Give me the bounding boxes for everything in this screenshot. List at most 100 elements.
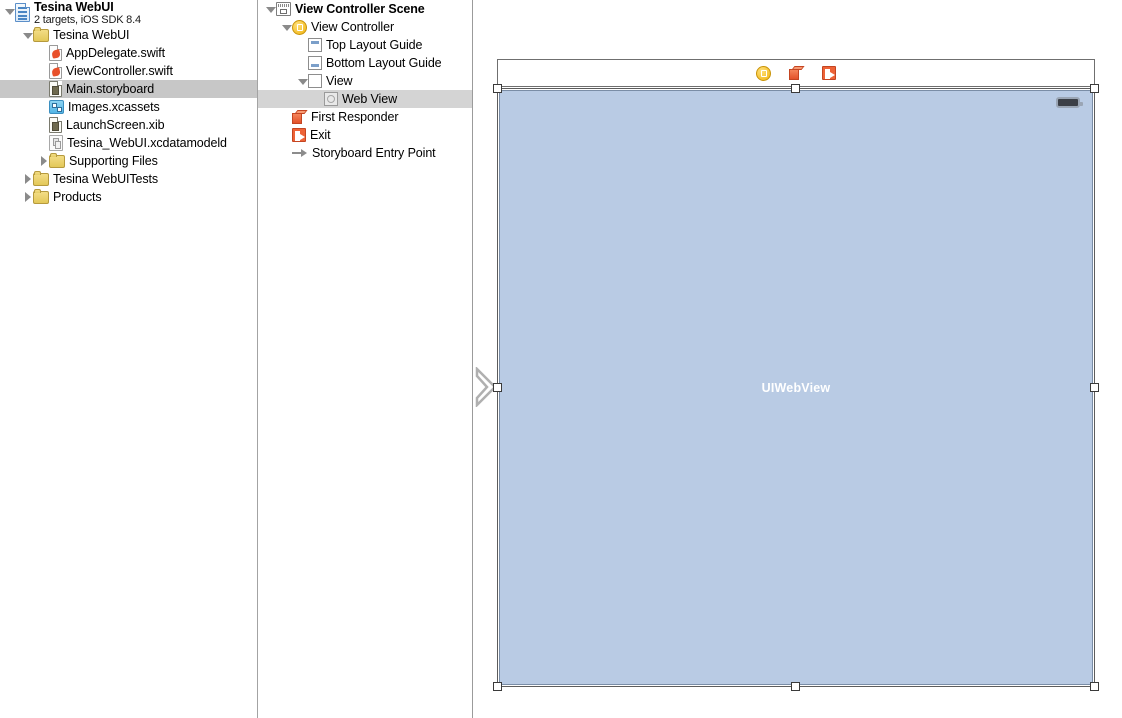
xib-file-icon — [49, 117, 62, 133]
storyboard-entry-point-icon — [292, 146, 308, 160]
outline-row[interactable]: Storyboard Entry Point — [258, 144, 472, 162]
outline-row[interactable]: First Responder — [258, 108, 472, 126]
disclosure-triangle-icon[interactable] — [281, 22, 292, 33]
disclosure-triangle-icon[interactable] — [4, 6, 15, 17]
outline-item-label: Bottom Layout Guide — [326, 56, 442, 70]
first-responder-dock-icon[interactable] — [789, 66, 804, 81]
outline-item-label: Exit — [310, 128, 331, 142]
folder-icon — [49, 152, 65, 168]
outline-item-label: Storyboard Entry Point — [312, 146, 436, 160]
storyboard-file-icon — [49, 81, 62, 97]
resize-handle-top-right[interactable] — [1090, 84, 1099, 93]
disclosure-triangle-icon[interactable] — [297, 76, 308, 87]
navigator-item-label: Products — [53, 190, 102, 204]
navigator-item-label: Tesina_WebUI.xcdatamodeld — [67, 136, 227, 150]
bottom-layout-guide-icon — [308, 56, 322, 70]
exit-dock-icon[interactable] — [822, 66, 836, 80]
view-icon — [308, 74, 322, 88]
project-icon — [15, 3, 30, 22]
xcode-window: Tesina WebUI 2 targets, iOS SDK 8.4 Tesi… — [0, 0, 1122, 718]
top-layout-guide-icon — [308, 38, 322, 52]
scene-dock[interactable] — [497, 59, 1095, 87]
disclosure-triangle-icon[interactable] — [22, 191, 33, 203]
swift-file-icon — [49, 63, 62, 79]
view-controller-dock-icon[interactable] — [756, 65, 771, 81]
navigator-row[interactable]: Tesina WebUI — [0, 26, 257, 44]
resize-handle-bottom-left[interactable] — [493, 682, 502, 691]
outline-row[interactable]: View Controller Scene — [258, 0, 472, 18]
outline-row[interactable]: Top Layout Guide — [258, 36, 472, 54]
navigator-row[interactable]: Products — [0, 188, 257, 206]
outline-item-label: Web View — [342, 92, 398, 106]
storyboard-outline-view[interactable]: View Controller Scene View Controller Top … — [258, 0, 472, 718]
navigator-item-label: Images.xcassets — [68, 100, 160, 114]
navigator-item-label: Main.storyboard — [66, 82, 155, 96]
resize-handle-top-left[interactable] — [493, 84, 502, 93]
disclosure-triangle-icon[interactable] — [22, 30, 33, 41]
folder-icon — [33, 170, 49, 186]
outline-item-label: First Responder — [311, 110, 399, 124]
uiwebview-label: UIWebView — [761, 380, 831, 395]
disclosure-triangle-icon[interactable] — [38, 155, 49, 167]
view-controller-canvas-view[interactable]: UIWebView — [493, 84, 1099, 691]
first-responder-icon — [292, 110, 307, 125]
outline-row[interactable]: View — [258, 72, 472, 90]
disclosure-triangle-icon[interactable] — [265, 4, 276, 15]
outline-item-label: View — [326, 74, 353, 88]
navigator-item-label: Supporting Files — [69, 154, 158, 168]
disclosure-triangle-icon[interactable] — [22, 173, 33, 185]
outline-item-label: View Controller — [311, 20, 395, 34]
navigator-row[interactable]: Tesina_WebUI.xcdatamodeld — [0, 134, 257, 152]
navigator-row[interactable]: Supporting Files — [0, 152, 257, 170]
project-navigator[interactable]: Tesina WebUI 2 targets, iOS SDK 8.4 Tesi… — [0, 0, 257, 718]
navigator-row[interactable]: ViewController.swift — [0, 62, 257, 80]
outline-list[interactable]: View Controller Scene View Controller Top … — [258, 0, 472, 162]
outline-item-label: Top Layout Guide — [326, 38, 423, 52]
navigator-row[interactable]: Images.xcassets — [0, 98, 257, 116]
navigator-item-label: ViewController.swift — [66, 64, 173, 78]
resize-handle-middle-right[interactable] — [1090, 383, 1099, 392]
xcassets-icon — [49, 100, 64, 114]
navigator-item-label: Tesina WebUI — [53, 28, 130, 42]
navigator-project-row[interactable]: Tesina WebUI 2 targets, iOS SDK 8.4 — [0, 0, 257, 26]
uiwebview-element[interactable]: UIWebView — [499, 90, 1093, 685]
navigator-row[interactable]: Main.storyboard — [0, 80, 257, 98]
outline-row[interactable]: View Controller — [258, 18, 472, 36]
resize-handle-middle-left[interactable] — [493, 383, 502, 392]
outline-item-label: View Controller Scene — [295, 2, 425, 16]
swift-file-icon — [49, 45, 62, 61]
datamodel-icon — [49, 135, 63, 151]
project-name: Tesina WebUI — [34, 0, 114, 14]
resize-handle-top-center[interactable] — [791, 84, 800, 93]
folder-icon — [33, 26, 49, 42]
resize-handle-bottom-center[interactable] — [791, 682, 800, 691]
navigator-item-label: LaunchScreen.xib — [66, 118, 165, 132]
root-view-frame[interactable]: UIWebView — [497, 88, 1095, 687]
scene-icon — [276, 2, 291, 16]
navigator-row[interactable]: Tesina WebUITests — [0, 170, 257, 188]
navigator-row[interactable]: LaunchScreen.xib — [0, 116, 257, 134]
outline-row[interactable]: Exit — [258, 126, 472, 144]
navigator-row[interactable]: AppDelegate.swift — [0, 44, 257, 62]
folder-icon — [33, 188, 49, 204]
navigator-file-list[interactable]: Tesina WebUI AppDelegate.swift ViewControl… — [0, 26, 257, 206]
outline-row[interactable]: Bottom Layout Guide — [258, 54, 472, 72]
navigator-item-label: AppDelegate.swift — [66, 46, 166, 60]
battery-icon — [1056, 97, 1083, 108]
exit-icon — [292, 128, 306, 142]
outline-row[interactable]: Web View — [258, 90, 472, 108]
interface-builder-canvas[interactable]: UIWebView — [473, 0, 1122, 718]
resize-handle-bottom-right[interactable] — [1090, 682, 1099, 691]
